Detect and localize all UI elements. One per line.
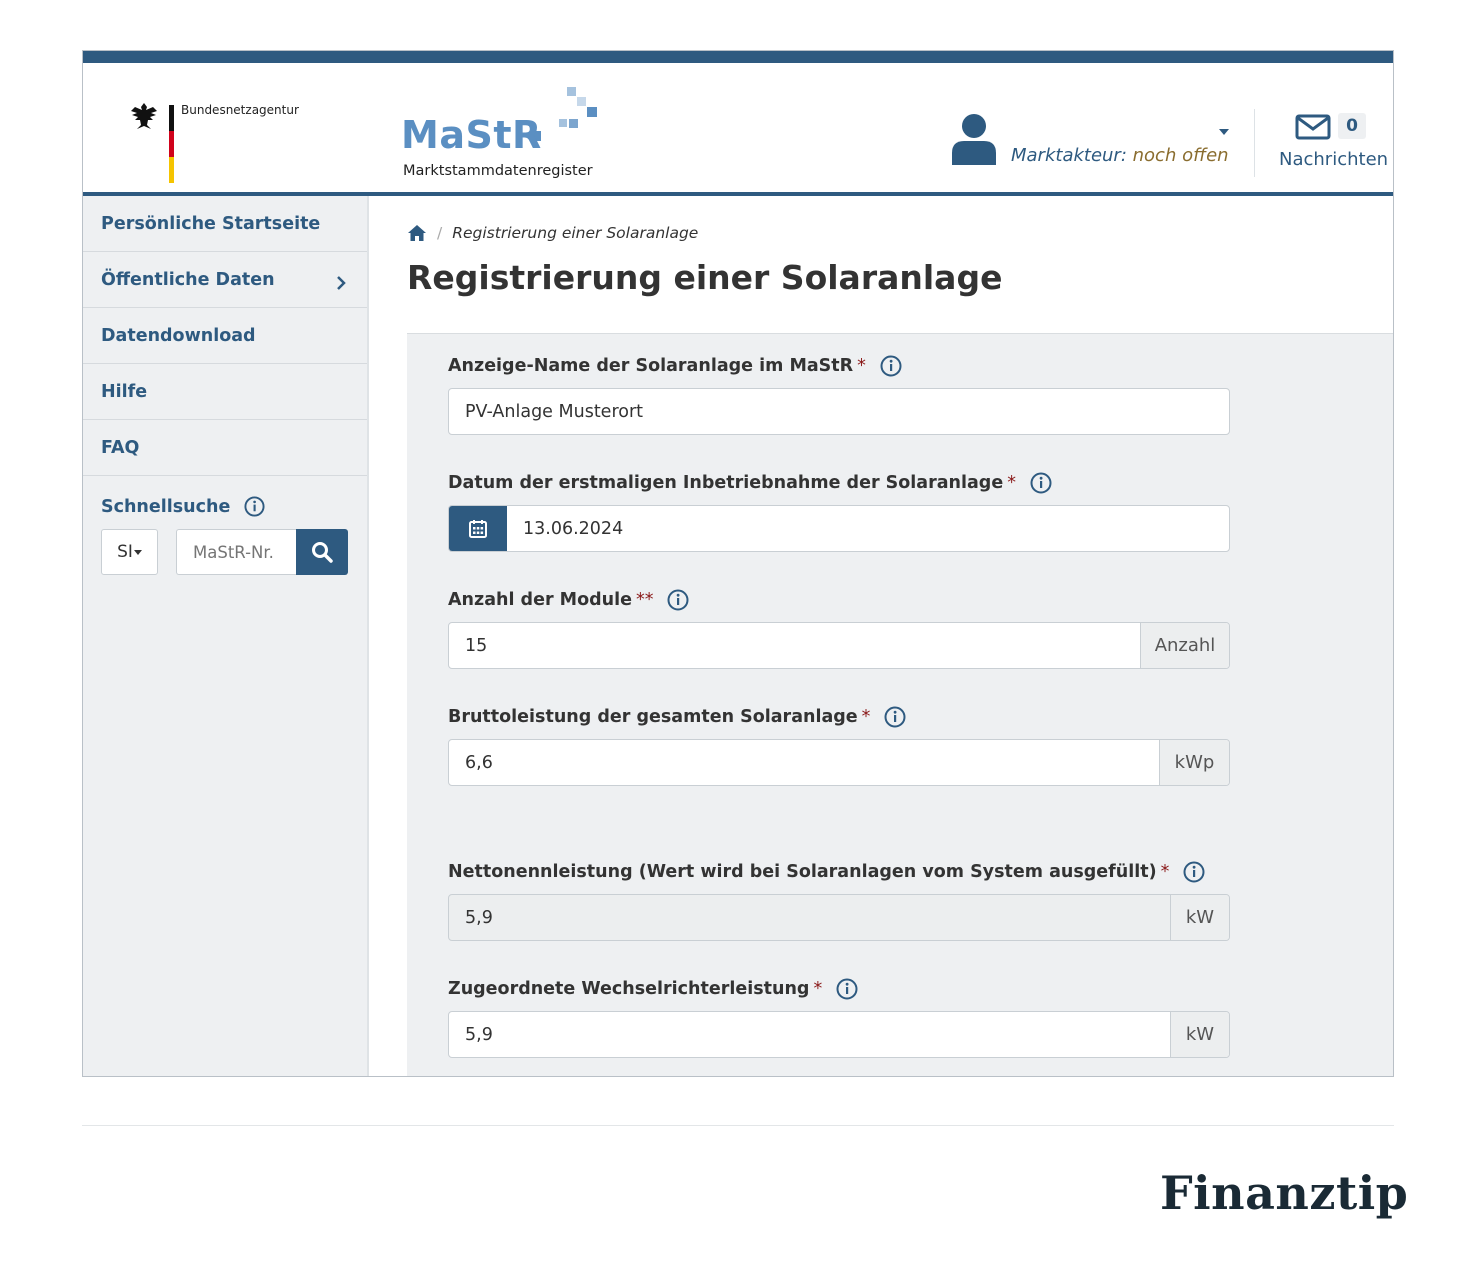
info-icon[interactable] [880,355,902,377]
info-icon[interactable] [244,496,265,517]
sidebar-item-personal-start[interactable]: Persönliche Startseite [83,196,367,252]
federal-eagle-icon [131,103,157,129]
field-display-name: Anzeige-Name der Solaranlage im MaStR * P… [448,354,1230,435]
page-title: Registrierung einer Solaranlage [407,258,1003,297]
field-label: Anzahl der Module [448,590,632,610]
header: Bundesnetzagentur MaStR Marktstammdatenr… [83,63,1393,193]
select-value: SI [117,542,133,562]
quick-search: Schnellsuche SI [83,476,367,575]
user-role-value: noch offen [1132,145,1229,166]
gross-power-input[interactable]: 6,6 kWp [448,739,1230,786]
home-icon[interactable] [407,224,427,242]
messages-button[interactable]: 0 Nachrichten [1277,111,1389,181]
search-button[interactable] [296,529,348,575]
required-marker: * [861,707,871,727]
sidebar-item-label: Hilfe [101,382,148,402]
field-inverter-power: Zugeordnete Wechselrichterleistung * 5,9 … [448,977,1230,1058]
solar-registration-form: Anzeige-Name der Solaranlage im MaStR * P… [407,333,1393,1076]
footer-divider [82,1125,1394,1126]
required-marker: * [857,356,866,376]
top-accent-bar [83,51,1393,63]
unit-addon: kWp [1159,740,1229,785]
sidebar-item-label: FAQ [101,438,140,458]
info-icon[interactable] [836,978,858,1000]
info-icon[interactable] [1183,861,1205,883]
sidebar-item-label: Datendownload [101,326,256,346]
org-name: Bundesnetzagentur [181,103,299,117]
required-marker: * [1007,473,1016,493]
sidebar-item-public-data[interactable]: Öffentliche Daten [83,252,367,308]
user-menu[interactable]: Marktakteur: noch offen [951,101,1236,171]
inverter-power-input[interactable]: 5,9 kW [448,1011,1230,1058]
mastr-logo[interactable]: MaStR Marktstammdatenregister [401,85,631,185]
search-icon [312,542,333,563]
quick-search-input[interactable] [176,529,296,575]
info-icon[interactable] [884,706,906,728]
user-icon [952,114,996,165]
app-window: Bundesnetzagentur MaStR Marktstammdatenr… [82,50,1394,1077]
finanztip-logo: Finanztip [1160,1166,1409,1220]
caret-down-icon [133,549,142,555]
display-name-input[interactable]: PV-Anlage Musterort [448,388,1230,435]
sidebar-item-data-download[interactable]: Datendownload [83,308,367,364]
unit-addon: Anzahl [1140,623,1229,668]
info-icon[interactable] [1030,472,1052,494]
field-commissioning-date: Datum der erstmaligen Inbetriebnahme der… [448,471,1230,552]
field-label: Zugeordnete Wechselrichterleistung [448,979,810,999]
quick-search-title: Schnellsuche [101,496,231,517]
logo-subtitle: Marktstammdatenregister [403,163,593,179]
messages-label: Nachrichten [1279,149,1389,170]
chevron-right-icon [337,276,346,290]
calendar-icon [469,519,487,538]
field-label: Nettonennleistung (Wert wird bei Solaran… [448,862,1157,882]
sidebar-item-help[interactable]: Hilfe [83,364,367,420]
calendar-button[interactable] [449,506,507,551]
required-marker: ** [635,590,654,610]
sidebar-item-label: Öffentliche Daten [101,270,275,290]
field-net-power: Nettonennleistung (Wert wird bei Solaran… [448,860,1230,941]
required-marker: * [1160,862,1170,882]
main-content: / Registrierung einer Solaranlage Regist… [407,196,1393,1076]
field-label: Bruttoleistung der gesamten Solaranlage [448,707,858,727]
german-flag-stripe [169,105,174,183]
logo-word: MaStR [401,113,542,157]
net-power-input: 5,9 kW [448,894,1230,941]
field-label: Anzeige-Name der Solaranlage im MaStR [448,356,854,376]
envelope-icon [1295,114,1331,140]
user-role-key: Marktakteur: [1011,145,1127,166]
commissioning-date-input[interactable]: 13.06.2024 [448,505,1230,552]
breadcrumb-current: Registrierung einer Solaranlage [452,224,699,242]
info-icon[interactable] [667,589,689,611]
required-marker: * [813,979,823,999]
field-gross-power: Bruttoleistung der gesamten Solaranlage *… [448,705,1230,786]
unit-addon: kW [1170,1012,1229,1057]
field-module-count: Anzahl der Module ** 15 Anzahl [448,588,1230,669]
unit-addon: kW [1170,895,1229,940]
field-label: Datum der erstmaligen Inbetriebnahme der… [448,473,1004,493]
breadcrumb: / Registrierung einer Solaranlage [407,224,698,242]
bundesnetzagentur-logo[interactable]: Bundesnetzagentur [129,91,309,183]
messages-count-badge: 0 [1338,113,1366,139]
user-role-label: Marktakteur: noch offen [1011,145,1229,166]
divider [1254,109,1255,177]
sidebar-item-faq[interactable]: FAQ [83,420,367,476]
module-count-input[interactable]: 15 Anzahl [448,622,1230,669]
sidebar-item-label: Persönliche Startseite [101,214,321,234]
chevron-down-icon[interactable] [1219,129,1229,135]
sidebar: Persönliche Startseite Öffentliche Daten… [83,196,369,1076]
quick-search-type-select[interactable]: SI [101,529,158,575]
